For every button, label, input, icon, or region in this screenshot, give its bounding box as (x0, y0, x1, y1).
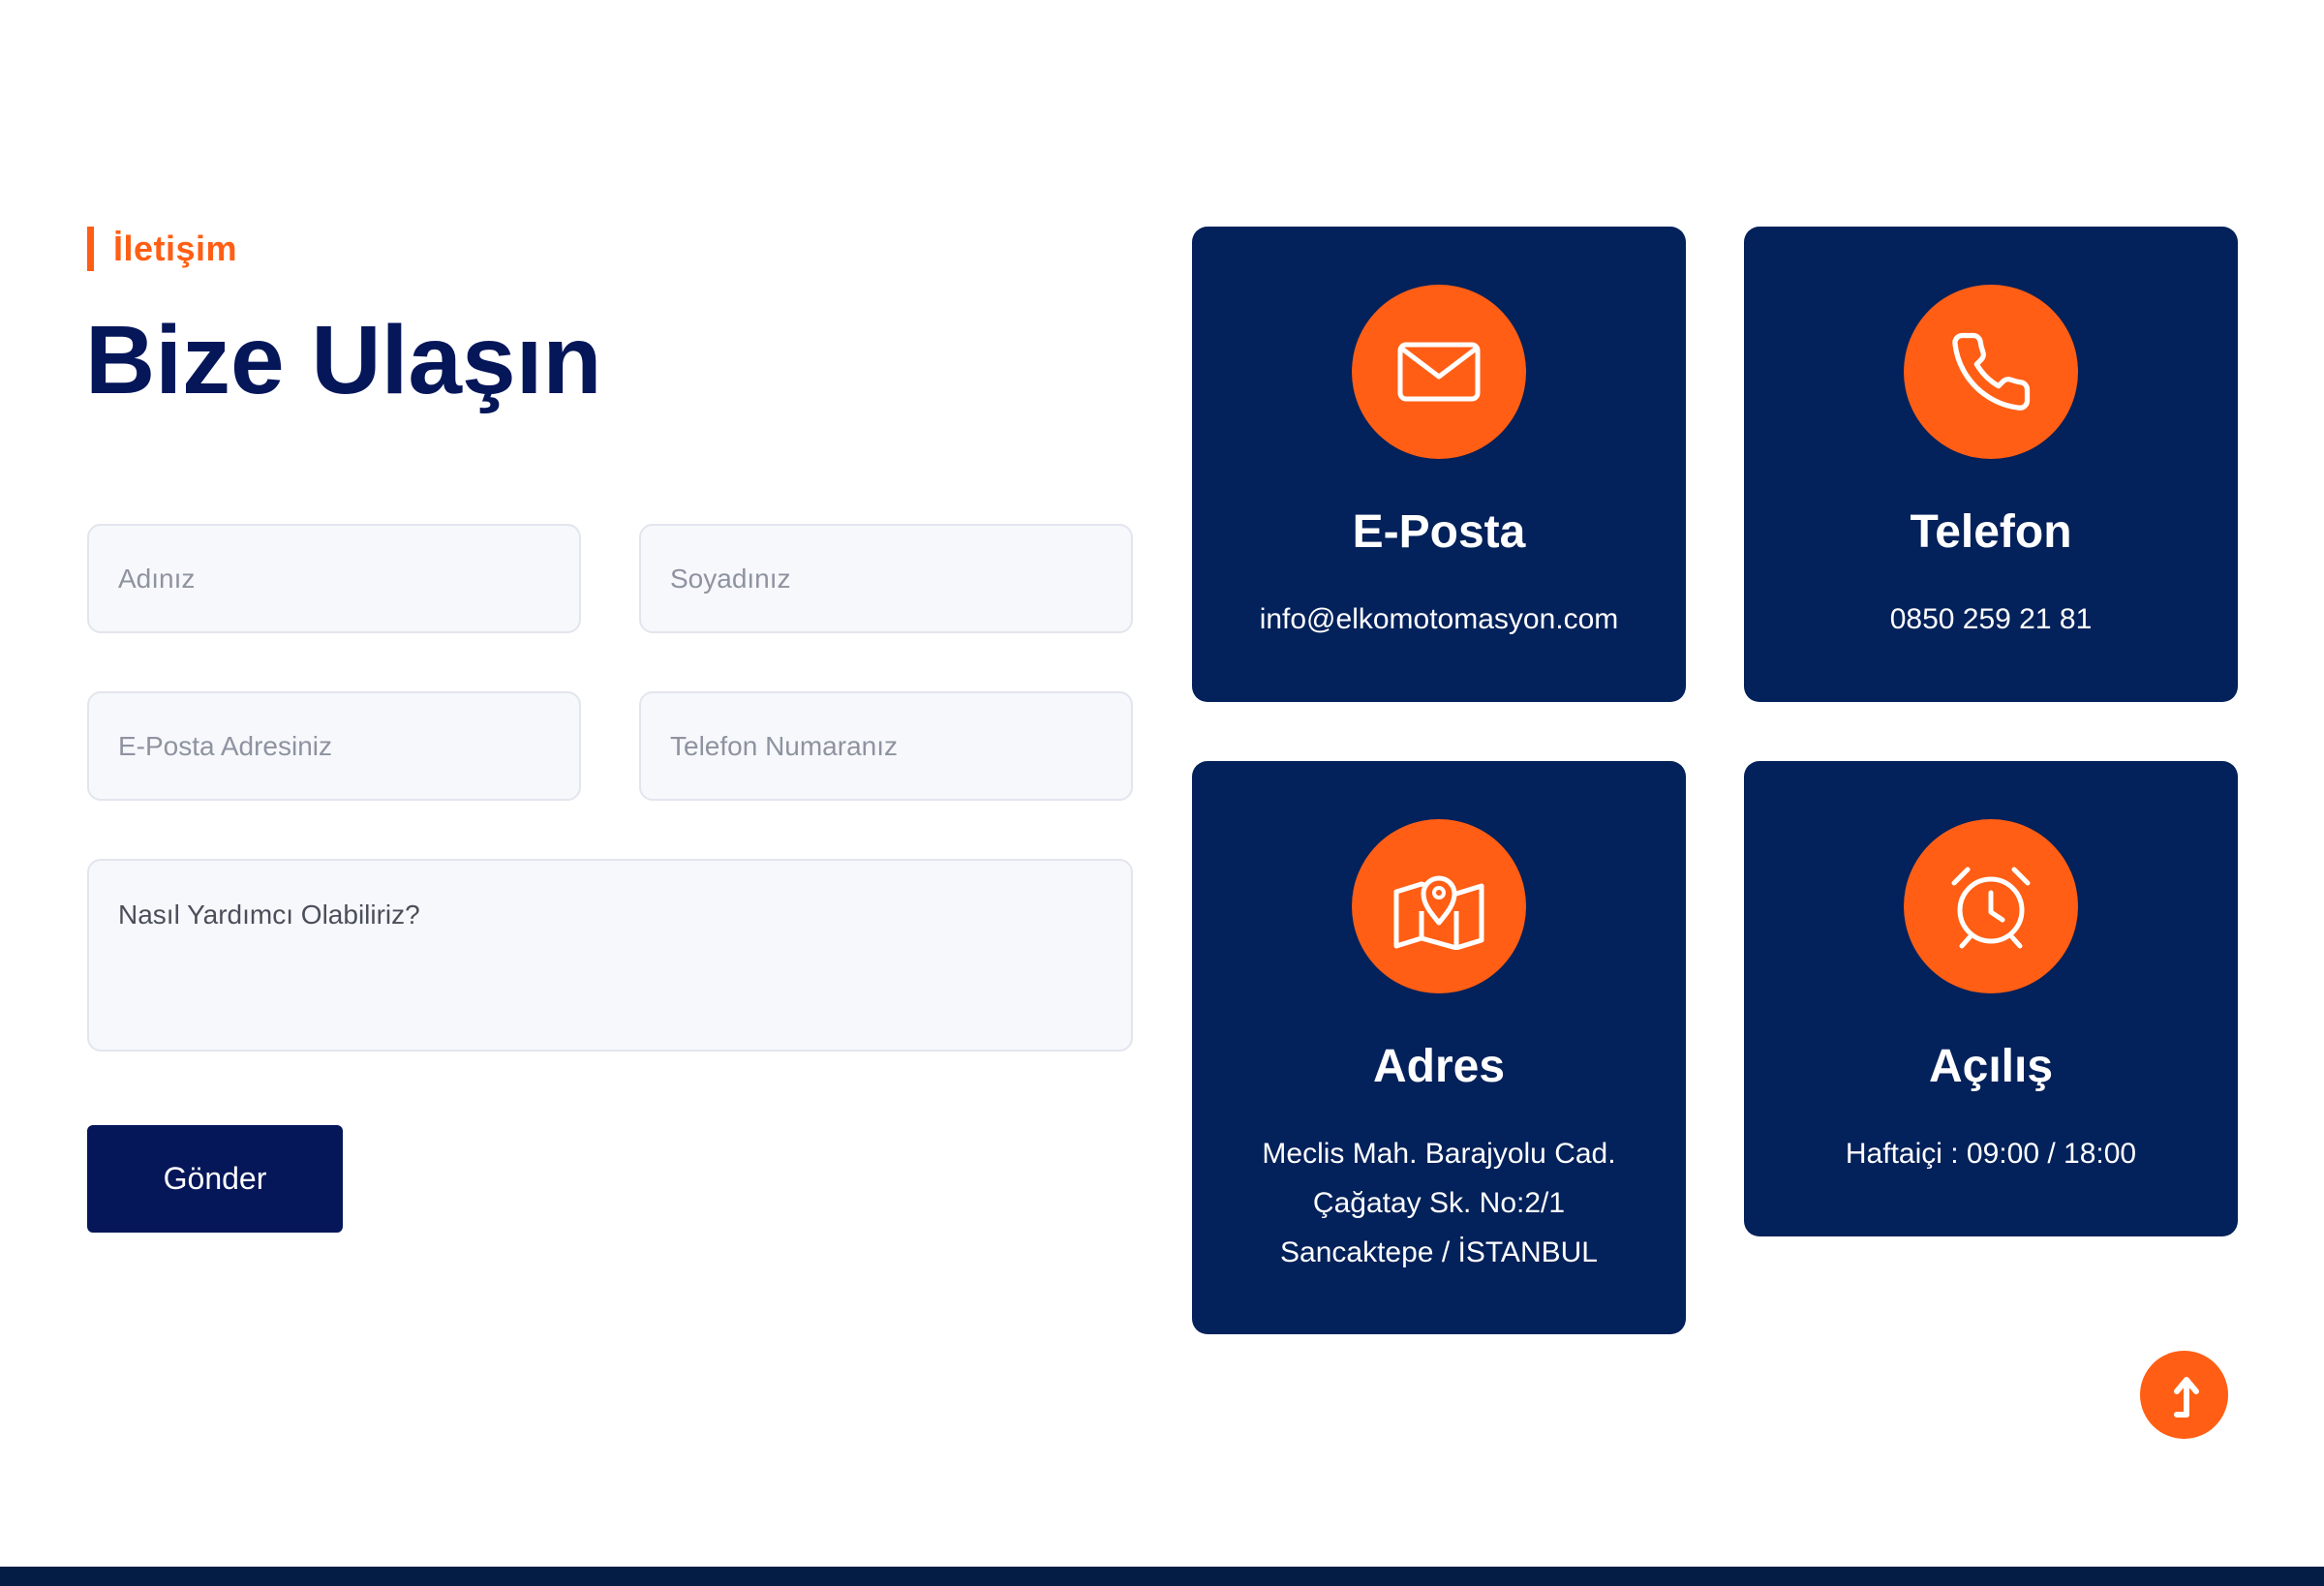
message-textarea[interactable] (87, 859, 1133, 1052)
email-card: E-Posta info@elkomotomasyon.com (1192, 227, 1686, 702)
first-name-input[interactable] (87, 524, 581, 633)
phone-card: Telefon 0850 259 21 81 (1744, 227, 2238, 702)
address-line-2: Çağatay Sk. No:2/1 (1312, 1187, 1566, 1219)
email-address[interactable]: info@elkomotomasyon.com (1192, 600, 1686, 639)
phone-card-title: Telefon (1910, 506, 2072, 558)
email-card-title: E-Posta (1352, 506, 1526, 558)
eyebrow-label: İletişim (113, 229, 238, 268)
submit-button[interactable]: Gönder (87, 1125, 343, 1233)
section-eyebrow: İletişim (87, 227, 237, 271)
address-line-1: Meclis Mah. Barajyolu Cad. (1262, 1138, 1616, 1170)
page-title: Bize Ulaşın (85, 306, 602, 414)
address-card: Adres Meclis Mah. Barajyolu Cad. Çağatay… (1192, 761, 1686, 1334)
phone-icon (1904, 285, 2078, 459)
eyebrow-accent-bar (87, 227, 94, 271)
scroll-to-top-button[interactable] (2140, 1351, 2228, 1439)
hours-card-title: Açılış (1928, 1041, 2054, 1092)
map-icon (1352, 819, 1526, 993)
footer-strip (0, 1567, 2324, 1586)
phone-input[interactable] (639, 691, 1133, 801)
phone-number[interactable]: 0850 259 21 81 (1744, 600, 2238, 639)
address-line-3: Sancaktepe / İSTANBUL (1280, 1236, 1598, 1268)
last-name-input[interactable] (639, 524, 1133, 633)
email-input[interactable] (87, 691, 581, 801)
alarm-clock-icon (1904, 819, 2078, 993)
address-card-title: Adres (1372, 1041, 1506, 1092)
envelope-icon (1352, 285, 1526, 459)
arrow-up-icon (2165, 1372, 2204, 1418)
hours-card: Açılış Haftaiçi : 09:00 / 18:00 (1744, 761, 2238, 1236)
hours-text: Haftaiçi : 09:00 / 18:00 (1845, 1138, 2137, 1170)
